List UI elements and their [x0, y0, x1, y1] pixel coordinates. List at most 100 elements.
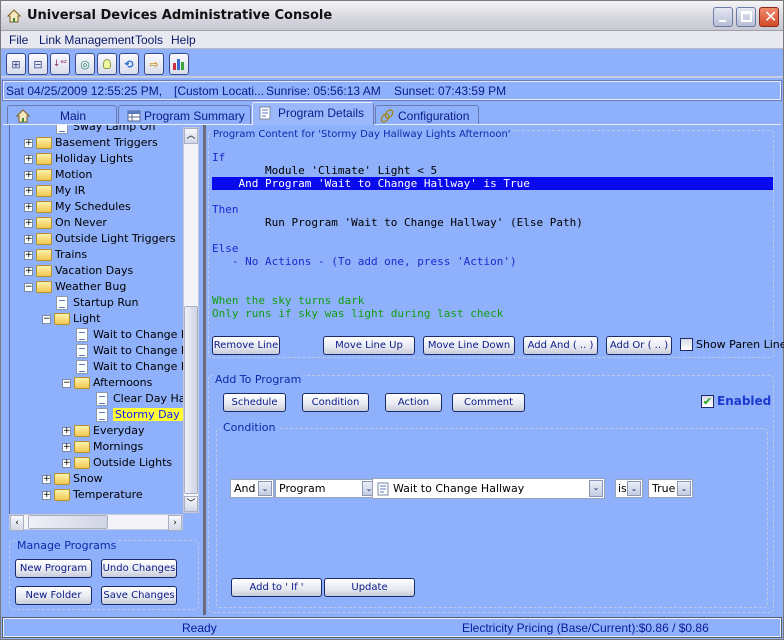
tree-horizontal-scrollbar[interactable]: ‹ ›	[9, 514, 183, 531]
tree-folder[interactable]: + Basement Triggers	[10, 135, 183, 151]
conjunction-select[interactable]: And ⌄	[230, 479, 274, 498]
tab-program-details[interactable]: Program Details	[252, 102, 374, 125]
refresh-button[interactable]: ⟲	[119, 53, 139, 75]
expand-icon[interactable]: +	[42, 491, 51, 500]
expand-icon[interactable]: +	[24, 187, 33, 196]
tree-program[interactable]: Wait to Change Fa	[10, 327, 183, 343]
expand-icon[interactable]: +	[62, 443, 71, 452]
expand-icon[interactable]: +	[24, 203, 33, 212]
tree-folder[interactable]: + Motion	[10, 167, 183, 183]
expand-icon[interactable]: +	[24, 219, 33, 228]
scroll-down-button[interactable]: ﹀	[184, 496, 198, 512]
program-select[interactable]: Wait to Change Hallway ⌄	[372, 478, 605, 499]
tree-folder[interactable]: + My IR	[10, 183, 183, 199]
expand-all-button[interactable]: ⊞	[6, 53, 26, 75]
collapse-all-button[interactable]: ⊟	[28, 53, 48, 75]
value-select[interactable]: True ⌄	[648, 479, 693, 498]
tree-vertical-scrollbar[interactable]: ︿ ﹀	[183, 127, 199, 513]
expand-icon[interactable]: +	[24, 267, 33, 276]
chart-button[interactable]	[169, 53, 189, 75]
enabled-checkbox[interactable]: ✔	[701, 395, 714, 408]
vertical-scroll-thumb[interactable]	[184, 306, 198, 494]
expand-icon[interactable]: +	[24, 155, 33, 164]
code-line[interactable]: Run Program 'Wait to Change Hallway' (El…	[212, 216, 583, 229]
expand-icon[interactable]: +	[42, 475, 51, 484]
expand-icon[interactable]: +	[62, 459, 71, 468]
tree-program[interactable]: Wait to Change Liv	[10, 359, 183, 375]
tree-folder[interactable]: + Everyday	[10, 423, 183, 439]
undo-changes-button[interactable]: Undo Changes	[101, 559, 177, 578]
close-button[interactable]: ✕	[759, 7, 779, 27]
add-and-button[interactable]: Add And ( .. )	[523, 336, 598, 355]
scroll-up-button[interactable]: ︿	[184, 128, 198, 144]
condition-type-select[interactable]: Program ⌄	[275, 479, 378, 498]
menu-tools[interactable]: Tools	[135, 33, 163, 47]
sort-button[interactable]: ↓ᵃᶻ	[50, 53, 70, 75]
tree-folder[interactable]: + Vacation Days	[10, 263, 183, 279]
new-folder-button[interactable]: New Folder	[15, 586, 92, 605]
tree-folder[interactable]: + My Schedules	[10, 199, 183, 215]
expand-icon[interactable]: +	[24, 235, 33, 244]
action-button[interactable]: Action	[385, 393, 442, 412]
menu-link-management[interactable]: Link Management	[39, 33, 134, 47]
tree-folder[interactable]: − Light	[10, 311, 183, 327]
tab-program-summary[interactable]: Program Summary	[118, 105, 251, 125]
update-button[interactable]: Update	[324, 578, 415, 597]
comment-line[interactable]: Only runs if sky was light during last c…	[212, 307, 503, 320]
maximize-button[interactable]	[736, 7, 756, 27]
menu-file[interactable]: File	[9, 33, 28, 47]
show-paren-lines-checkbox[interactable]	[680, 338, 693, 351]
tree-folder[interactable]: + On Never	[10, 215, 183, 231]
remove-line-button[interactable]: Remove Line	[212, 336, 280, 355]
tree-folder[interactable]: + Holiday Lights	[10, 151, 183, 167]
scroll-right-button[interactable]: ›	[168, 515, 182, 531]
comment-line[interactable]: When the sky turns dark	[212, 294, 364, 307]
tree-program[interactable]: Clear Day Hallw	[10, 391, 183, 407]
network-button[interactable]: ◎	[75, 53, 95, 75]
tree-folder[interactable]: + Outside Lights	[10, 455, 183, 471]
scroll-left-button[interactable]: ‹	[10, 515, 24, 531]
operator-select[interactable]: is ⌄	[615, 479, 643, 498]
light-button[interactable]	[97, 53, 117, 75]
horizontal-scroll-thumb[interactable]	[28, 515, 108, 529]
selected-code-line[interactable]: And Program 'Wait to Change Hallway' is …	[212, 177, 773, 190]
comment-button[interactable]: Comment	[452, 393, 525, 412]
tree-folder[interactable]: − Weather Bug	[10, 279, 183, 295]
tree-folder[interactable]: + Mornings	[10, 439, 183, 455]
expand-icon[interactable]: +	[62, 427, 71, 436]
code-line[interactable]: - No Actions - (To add one, press 'Actio…	[212, 255, 517, 268]
schedule-button[interactable]: Schedule	[223, 393, 286, 412]
tree-folder[interactable]: + Snow	[10, 471, 183, 487]
tree-folder[interactable]: − Afternoons	[10, 375, 183, 391]
collapse-icon[interactable]: −	[24, 283, 33, 292]
code-line[interactable]: Then	[212, 203, 239, 216]
tree-folder[interactable]: + Temperature	[10, 487, 183, 503]
expand-icon[interactable]: +	[24, 171, 33, 180]
tree-folder[interactable]: + Outside Light Triggers	[10, 231, 183, 247]
condition-button[interactable]: Condition	[302, 393, 369, 412]
tree-program[interactable]: Wait to Change Ha	[10, 343, 183, 359]
folder-icon	[74, 425, 90, 437]
tree-program[interactable]: Sway Lamp On	[10, 125, 183, 135]
save-changes-button[interactable]: Save Changes	[101, 586, 177, 605]
add-to-if-button[interactable]: Add to ' If '	[231, 578, 322, 597]
move-line-down-button[interactable]: Move Line Down	[423, 336, 515, 355]
menu-help[interactable]: Help	[171, 33, 196, 47]
tab-configuration[interactable]: Configuration	[375, 105, 479, 125]
tree-program[interactable]: Startup Run	[10, 295, 183, 311]
move-line-up-button[interactable]: Move Line Up	[323, 336, 415, 355]
code-line[interactable]: Else	[212, 242, 239, 255]
tab-main[interactable]: Main	[7, 105, 117, 125]
tree-program[interactable]: Stormy Day Ha	[10, 407, 183, 423]
collapse-icon[interactable]: −	[42, 315, 51, 324]
code-line[interactable]: If	[212, 151, 225, 164]
import-button[interactable]: ⇨	[144, 53, 164, 75]
code-line[interactable]: Module 'Climate' Light < 5	[212, 164, 437, 177]
add-or-button[interactable]: Add Or ( .. )	[606, 336, 672, 355]
expand-icon[interactable]: +	[24, 139, 33, 148]
expand-icon[interactable]: +	[24, 251, 33, 260]
new-program-button[interactable]: New Program	[15, 559, 92, 578]
tree-folder[interactable]: + Trains	[10, 247, 183, 263]
collapse-icon[interactable]: −	[62, 379, 71, 388]
minimize-button[interactable]	[713, 7, 733, 27]
